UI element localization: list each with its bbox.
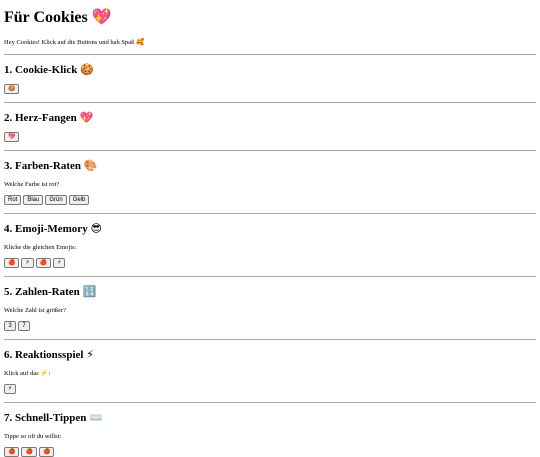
sparkling-heart-icon: 💖 bbox=[91, 7, 112, 26]
section-reaction-game: 6. Reaktionsspiel ⚡ Klick auf das ⚡: ⚡ bbox=[4, 340, 536, 394]
color-question: Welche Farbe ist rot? bbox=[4, 181, 60, 188]
heart-button[interactable]: 💖 bbox=[4, 132, 20, 142]
section-title: 5. Zahlen-Raten 🔢 bbox=[4, 285, 536, 299]
section-color-guess: 3. Farben-Raten 🎨 Welche Farbe ist rot? … bbox=[4, 151, 536, 205]
lightning-button[interactable]: ⚡ bbox=[4, 384, 17, 394]
section-title-text: 3. Farben-Raten bbox=[4, 160, 81, 172]
color-red-button[interactable]: Rot bbox=[4, 195, 22, 205]
keyboard-icon: ⌨️ bbox=[89, 411, 103, 424]
section-quick-typing: 7. Schnell-Tippen ⌨️ Tippe so oft du wil… bbox=[4, 403, 536, 457]
button-row: 🍎 🍎 🍎 bbox=[4, 447, 536, 457]
button-row: Rot Blau Grün Gelb bbox=[4, 195, 536, 205]
cookie-button[interactable]: 🍪 bbox=[4, 84, 20, 94]
section-title: 4. Emoji-Memory 😎 bbox=[4, 222, 536, 236]
button-row: 💖 bbox=[4, 132, 536, 142]
section-title: 6. Reaktionsspiel ⚡ bbox=[4, 348, 536, 362]
section-title: 3. Farben-Raten 🎨 bbox=[4, 159, 536, 173]
sparkling-heart-icon: 💖 bbox=[79, 111, 94, 124]
intro-text: Hey Cookies! Klick auf die Buttons und h… bbox=[4, 39, 145, 46]
page-root: Für Cookies 💖 Hey Cookies! Klick auf die… bbox=[0, 0, 540, 457]
section-number-guess: 5. Zahlen-Raten 🔢 Welche Zahl ist größer… bbox=[4, 277, 536, 331]
section-title: 2. Herz-Fangen 💖 bbox=[4, 111, 536, 125]
color-blue-button[interactable]: Blau bbox=[23, 195, 44, 205]
color-green-button[interactable]: Grün bbox=[45, 195, 67, 205]
tap-button[interactable]: 🍎 bbox=[21, 447, 37, 457]
section-title-text: 7. Schnell-Tippen bbox=[4, 412, 87, 424]
memory-card-button[interactable]: ⚡ bbox=[53, 258, 66, 268]
tap-button[interactable]: 🍎 bbox=[38, 447, 55, 457]
section-cookie-click: 1. Cookie-Klick 🍪 🍪 bbox=[4, 55, 536, 94]
button-row: 🍪 bbox=[4, 84, 536, 94]
section-title-text: 4. Emoji-Memory bbox=[4, 223, 88, 235]
memory-card-button[interactable]: ⚡ bbox=[21, 258, 34, 268]
button-row: 🍎 ⚡ 🍎 ⚡ bbox=[4, 258, 536, 268]
number-question: Welche Zahl ist größer? bbox=[4, 307, 67, 314]
numbers-icon: 🔢 bbox=[82, 285, 97, 298]
page-title: Für Cookies 💖 bbox=[4, 7, 536, 28]
memory-card-button[interactable]: 🍎 bbox=[35, 258, 52, 268]
memory-card-button[interactable]: 🍎 bbox=[4, 258, 20, 268]
section-emoji-memory: 4. Emoji-Memory 😎 Klicke die gleichen Em… bbox=[4, 214, 536, 268]
number-3-button[interactable]: 3 bbox=[4, 321, 16, 331]
typing-instruction: Tippe so oft du willst: bbox=[4, 433, 62, 440]
tap-button[interactable]: 🍎 bbox=[4, 447, 20, 457]
page-title-text: Für Cookies bbox=[4, 9, 88, 26]
section-title-text: 1. Cookie-Klick bbox=[4, 64, 78, 76]
section-title-text: 2. Herz-Fangen bbox=[4, 112, 77, 124]
button-row: 3 7 bbox=[4, 321, 536, 331]
memory-instruction: Klicke die gleichen Emojis: bbox=[4, 244, 77, 251]
section-title: 7. Schnell-Tippen ⌨️ bbox=[4, 411, 536, 425]
color-yellow-button[interactable]: Gelb bbox=[68, 195, 90, 205]
section-heart-catch: 2. Herz-Fangen 💖 💖 bbox=[4, 103, 536, 142]
button-row: ⚡ bbox=[4, 384, 536, 394]
section-title: 1. Cookie-Klick 🍪 bbox=[4, 63, 536, 77]
section-title-text: 5. Zahlen-Raten bbox=[4, 286, 80, 298]
palette-icon: 🎨 bbox=[83, 159, 98, 172]
reaction-instruction: Klick auf das ⚡: bbox=[4, 370, 51, 377]
cookie-icon: 🍪 bbox=[80, 63, 94, 76]
section-title-text: 6. Reaktionsspiel bbox=[4, 349, 84, 361]
lightning-icon: ⚡ bbox=[86, 348, 94, 361]
sunglasses-face-icon: 😎 bbox=[90, 222, 102, 235]
number-7-button[interactable]: 7 bbox=[18, 321, 30, 331]
